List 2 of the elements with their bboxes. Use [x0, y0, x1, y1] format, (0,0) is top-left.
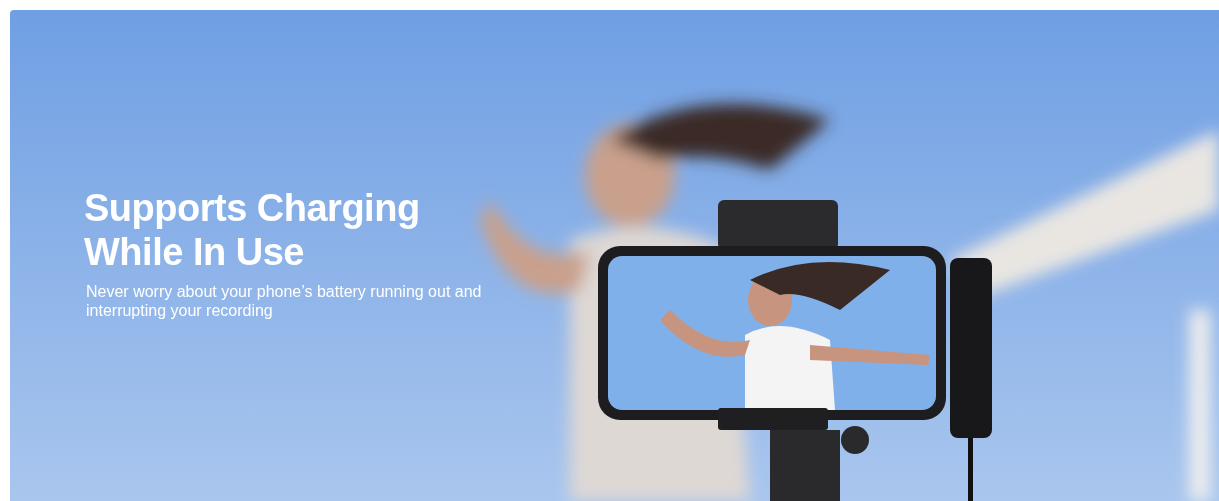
banner-heading: Supports Charging While In Use: [84, 186, 421, 274]
banner-description: Never worry about your phone’s battery running out and interrupting your recording: [86, 282, 483, 320]
